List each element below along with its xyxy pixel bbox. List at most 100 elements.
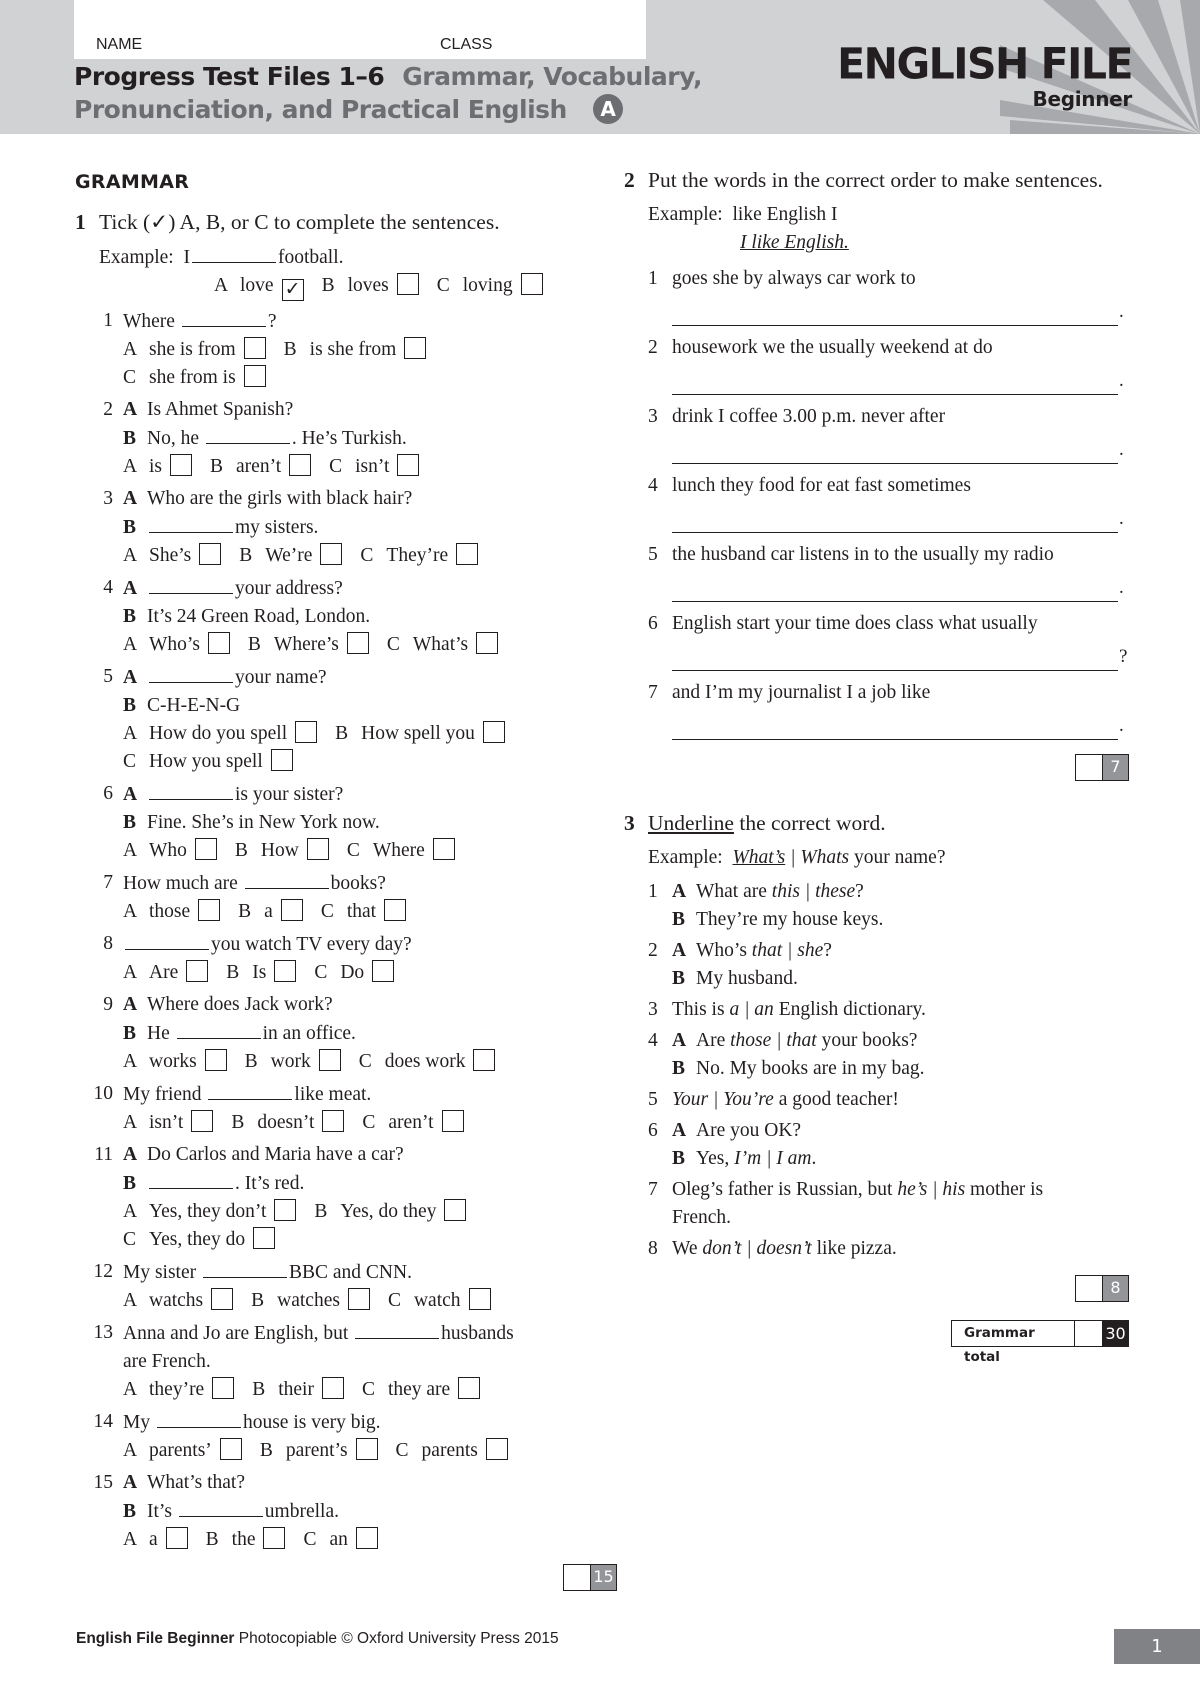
word-choice[interactable]: Your | You’re [672,1089,774,1110]
answer-input-line[interactable] [672,463,1118,464]
option-letter: C [358,1051,372,1072]
option-checkbox[interactable] [211,1288,234,1310]
answer-blank[interactable] [181,307,266,327]
line-text: Where [123,311,180,332]
score-input-box[interactable] [1075,1275,1102,1302]
answer-input-line[interactable] [672,670,1118,671]
option-checkbox[interactable] [318,1049,341,1071]
answer-blank[interactable] [149,1169,233,1189]
answer-blank[interactable] [149,780,233,800]
option-checkbox[interactable] [346,632,369,654]
option-checkbox[interactable] [444,1199,467,1221]
option-checkbox[interactable] [219,1438,242,1460]
word-choice[interactable]: don’t | doesn’t [702,1238,811,1259]
answer-blank[interactable] [156,1408,241,1428]
option-checkbox[interactable] [170,454,193,476]
option-checkbox[interactable] [320,543,343,565]
option-checkbox[interactable] [263,1527,286,1549]
word-choice[interactable]: I’m | I am [734,1148,811,1169]
question-body: the husband car listens in to the usuall… [672,541,1129,602]
example-separator: | [785,847,801,868]
option-checkbox[interactable] [243,337,266,359]
option-checkbox[interactable] [468,1288,491,1310]
question-item: 3 This is a | an English dictionary. [624,996,1129,1024]
answer-blank[interactable] [149,513,233,533]
option-checkbox[interactable] [191,1110,214,1132]
option-checkbox[interactable] [243,365,266,387]
score-max: 7 [1102,754,1129,781]
word-choice[interactable]: this | these [772,881,855,902]
option-letter: C [123,367,137,388]
answer-blank[interactable] [178,1497,263,1517]
answer-input-line[interactable] [672,739,1118,740]
speaker-label: B [123,606,137,627]
option-checkbox[interactable] [458,1377,481,1399]
option-checkbox[interactable] [520,273,543,295]
answer-input-line[interactable] [672,394,1118,395]
answer-blank[interactable] [205,424,290,444]
option-checkbox[interactable] [295,721,318,743]
option-checkbox[interactable] [289,454,312,476]
answer-blank[interactable] [176,1019,261,1039]
option-checkbox[interactable] [397,454,420,476]
option-checkbox[interactable] [274,1199,297,1221]
speaker-label: B [123,695,137,716]
answer-blank[interactable] [244,869,329,889]
line-text: your name? [235,667,327,688]
option-checkbox[interactable] [372,960,395,982]
option-checkbox[interactable] [441,1110,464,1132]
option-checkbox[interactable] [396,273,419,295]
option-checkbox[interactable] [212,1377,235,1399]
answer-blank[interactable] [125,930,209,950]
word-choice[interactable]: that | she [752,940,823,961]
answer-input-line[interactable] [672,532,1118,533]
option-checkbox[interactable] [194,838,217,860]
answer-input-line[interactable] [672,601,1118,602]
answer-input-line[interactable] [672,325,1118,326]
answer-blank[interactable] [149,574,233,594]
option-checkbox[interactable] [270,749,293,771]
option-checkbox[interactable]: ✓ [281,279,304,301]
option-checkbox[interactable] [322,1110,345,1132]
score-input-box[interactable] [1075,754,1102,781]
option-text: How spell you [361,723,475,744]
option-checkbox[interactable] [473,1049,496,1071]
option-checkbox[interactable] [476,632,499,654]
option-checkbox[interactable] [186,960,209,982]
word-choice[interactable]: a | an [729,999,773,1020]
option-checkbox[interactable] [207,632,230,654]
option-checkbox[interactable] [165,1527,188,1549]
speaker-label: A [123,578,138,599]
question-body: A What’s that? B It’s umbrella. Aa Bthe Can [123,1469,595,1554]
option-checkbox[interactable] [355,1527,378,1549]
exercise-number: 1 [75,210,86,234]
option-checkbox[interactable] [355,1438,378,1460]
grammar-total-input[interactable] [1075,1320,1102,1347]
answer-blank[interactable] [149,663,233,683]
speaker-label: A [123,399,138,420]
option-checkbox[interactable] [482,721,505,743]
option-checkbox[interactable] [280,899,303,921]
answer-blank[interactable] [355,1319,440,1339]
options-row: Cshe from is [123,364,595,392]
option-checkbox[interactable] [253,1227,276,1249]
option-checkbox[interactable] [274,960,297,982]
word-choice[interactable]: he’s | his [897,1179,965,1200]
answer-blank[interactable] [203,1258,287,1278]
answer-blank[interactable] [208,1080,293,1100]
question-number: 4 [648,1030,658,1051]
option-checkbox[interactable] [306,838,329,860]
option-checkbox[interactable] [485,1438,508,1460]
option-checkbox[interactable] [456,543,479,565]
option-checkbox[interactable] [321,1377,344,1399]
option-checkbox[interactable] [204,1049,227,1071]
option-checkbox[interactable] [199,543,222,565]
option-checkbox[interactable] [198,899,221,921]
word-choice[interactable]: those | that [730,1030,817,1051]
option-checkbox[interactable] [384,899,407,921]
scrambled-words: the husband car listens in to the usuall… [672,544,1054,565]
option-checkbox[interactable] [432,838,455,860]
score-input-box[interactable] [563,1564,590,1591]
option-checkbox[interactable] [347,1288,370,1310]
option-checkbox[interactable] [404,337,427,359]
